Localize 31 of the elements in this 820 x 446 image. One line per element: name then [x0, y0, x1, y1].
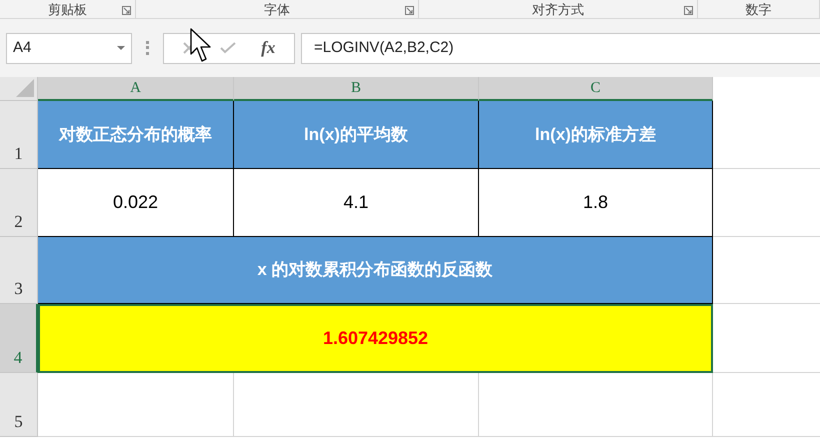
table-cell[interactable]: 1.607429852 — [38, 304, 713, 373]
grip-icon — [146, 41, 149, 55]
row-header[interactable]: 2 — [0, 169, 38, 237]
table-cell[interactable]: 4.1 — [234, 169, 479, 237]
empty-cell[interactable] — [479, 373, 713, 437]
insert-function-button[interactable]: fx — [261, 35, 276, 61]
row-header[interactable]: 5 — [0, 373, 38, 437]
group-label: 对齐方式 — [532, 2, 584, 16]
check-icon[interactable] — [220, 42, 236, 54]
row-header[interactable]: 3 — [0, 237, 38, 304]
group-label: 字体 — [264, 2, 290, 16]
select-all-icon[interactable] — [16, 79, 34, 97]
column-header[interactable]: B — [234, 77, 479, 101]
table-cell[interactable]: 0.022 — [38, 169, 234, 237]
group-label: 数字 — [746, 2, 772, 16]
column-header[interactable]: A — [38, 77, 234, 101]
table-cell[interactable]: 1.8 — [479, 169, 713, 237]
row-header[interactable]: 1 — [0, 101, 38, 169]
group-label: 剪贴板 — [48, 2, 87, 16]
formula-input[interactable]: =LOGINV(A2,B2,C2) — [301, 32, 820, 64]
row-header[interactable]: 4 — [0, 304, 38, 373]
dialog-launcher-icon[interactable] — [405, 6, 414, 15]
dialog-launcher-icon[interactable] — [684, 6, 693, 15]
name-box[interactable]: A4 — [6, 32, 132, 64]
dialog-launcher-icon[interactable] — [122, 6, 131, 15]
empty-cell[interactable] — [234, 373, 479, 437]
column-header[interactable]: C — [479, 77, 713, 101]
formula-text: =LOGINV(A2,B2,C2) — [314, 38, 454, 58]
cell-reference: A4 — [13, 38, 32, 58]
dropdown-icon[interactable] — [117, 46, 125, 50]
cancel-icon[interactable] — [182, 42, 195, 54]
